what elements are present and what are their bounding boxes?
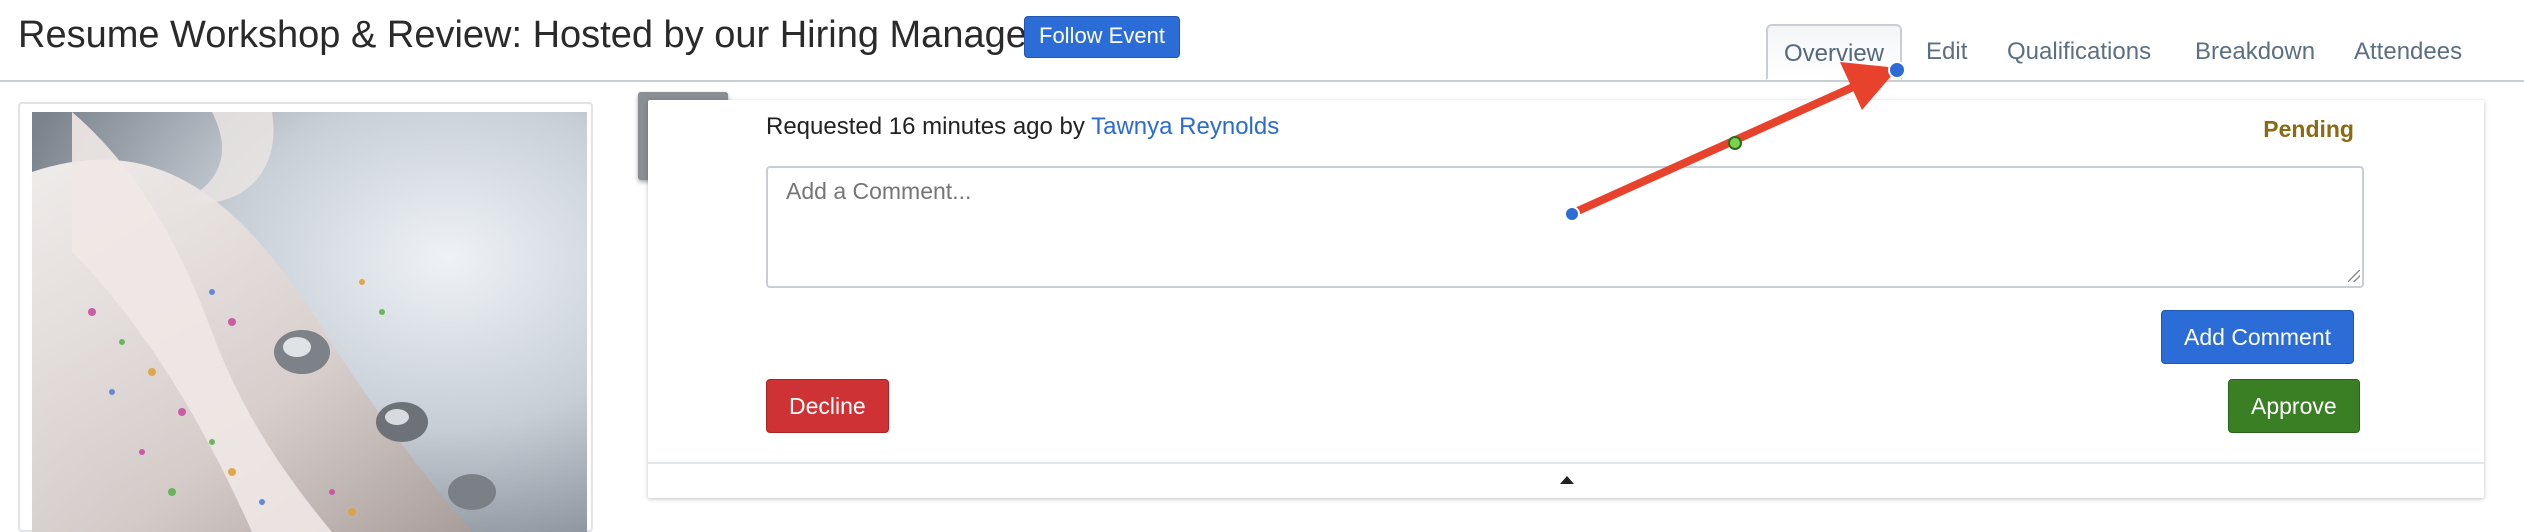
caret-up-icon[interactable]: [1560, 476, 1574, 484]
request-info: Requested 16 minutes ago by Tawnya Reyno…: [766, 110, 1279, 144]
tab-attendees[interactable]: Attendees: [2354, 24, 2462, 80]
approve-button[interactable]: Approve: [2228, 379, 2360, 433]
event-image: [32, 112, 587, 532]
add-comment-button[interactable]: Add Comment: [2161, 310, 2355, 364]
tab-edit[interactable]: Edit: [1926, 24, 1967, 80]
page-title: Resume Workshop & Review: Hosted by our …: [18, 14, 1051, 56]
comment-textarea[interactable]: [766, 166, 2364, 288]
follow-event-button[interactable]: Follow Event: [1024, 16, 1180, 58]
decline-button[interactable]: Decline: [766, 379, 889, 433]
textarea-resize-handle[interactable]: [2348, 270, 2360, 282]
event-image-card: [18, 102, 593, 532]
tab-qualifications[interactable]: Qualifications: [2007, 24, 2151, 80]
request-time-text: Requested 16 minutes ago by: [766, 113, 1092, 140]
event-image-art: [32, 112, 587, 532]
tab-breakdown[interactable]: Breakdown: [2195, 24, 2315, 80]
requester-link[interactable]: Tawnya Reynolds: [1091, 113, 1279, 140]
tab-overview[interactable]: Overview: [1766, 24, 1902, 80]
request-card: Requested 16 minutes ago by Tawnya Reyno…: [648, 100, 2484, 498]
card-footer[interactable]: [648, 462, 2484, 500]
status-badge: Pending: [2263, 116, 2354, 142]
page-header: Resume Workshop & Review: Hosted by our …: [0, 0, 2524, 82]
